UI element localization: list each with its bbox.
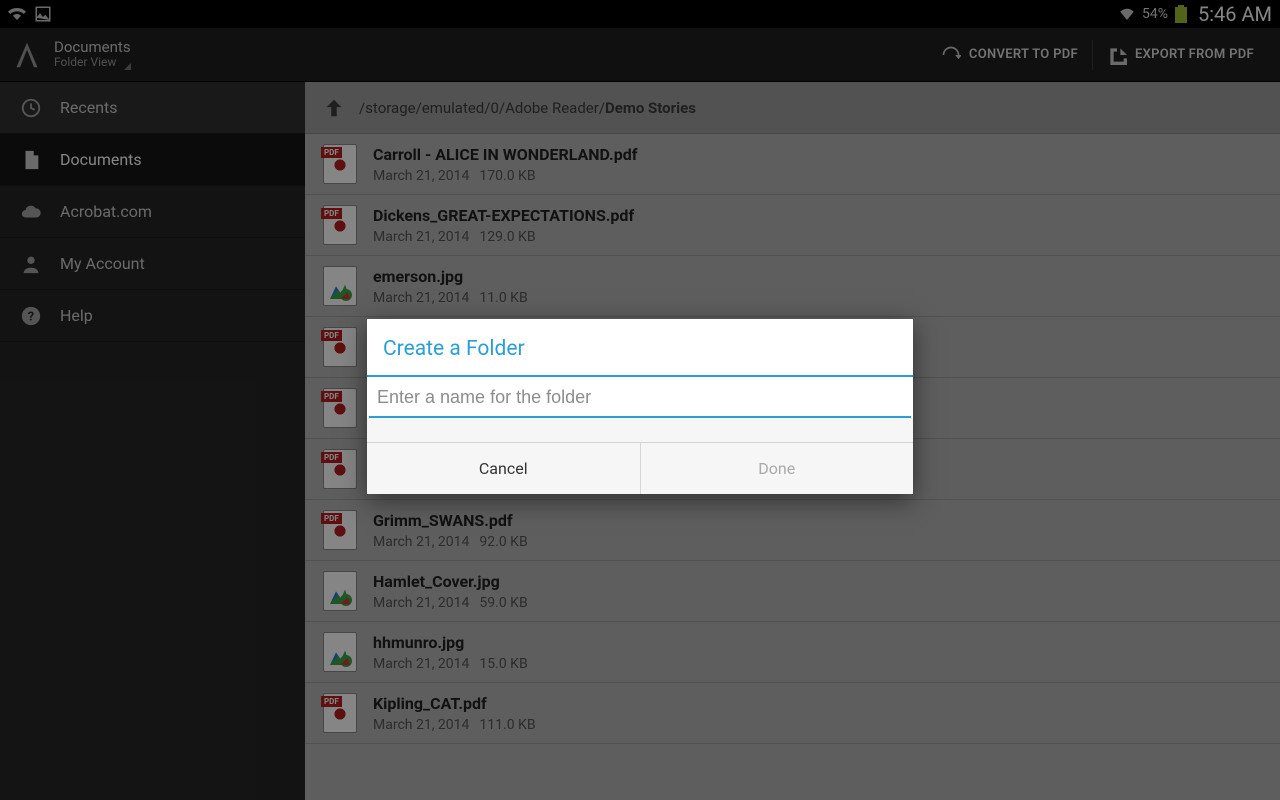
cancel-button[interactable]: Cancel	[367, 443, 641, 494]
done-button[interactable]: Done	[641, 443, 914, 494]
folder-name-input[interactable]	[369, 377, 911, 418]
create-folder-dialog: Create a Folder Cancel Done	[367, 319, 913, 494]
dialog-title: Create a Folder	[367, 319, 913, 377]
